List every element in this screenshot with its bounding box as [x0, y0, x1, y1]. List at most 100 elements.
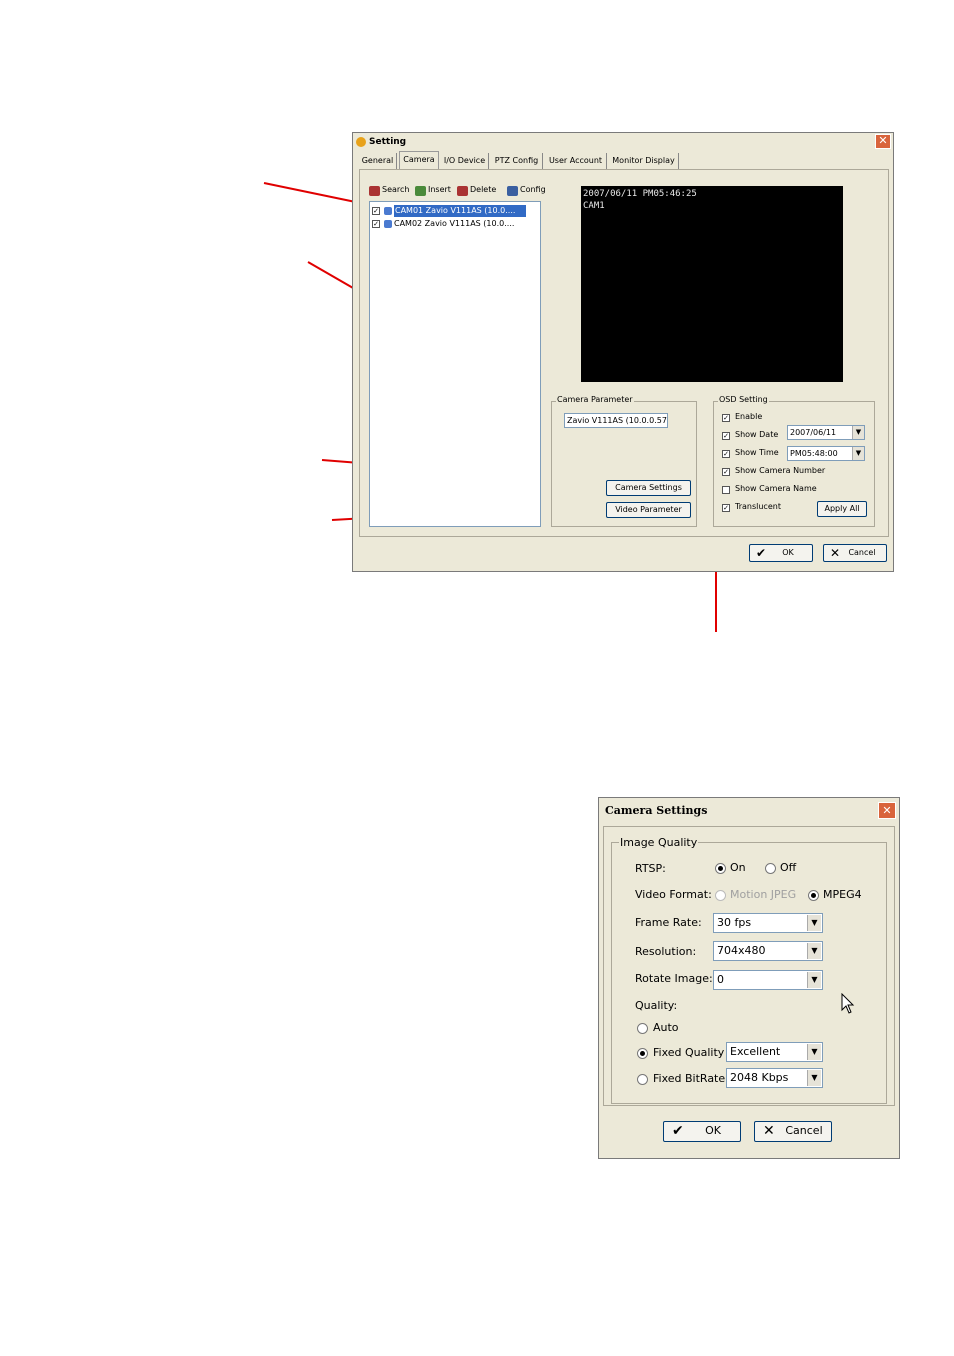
insert-icon: [415, 186, 426, 196]
show-time-label: Show Time: [735, 448, 779, 457]
tab-ptz-config[interactable]: PTZ Config: [491, 153, 543, 169]
fixed-bitrate-dropdown[interactable]: 2048 Kbps ▼: [726, 1068, 823, 1088]
rtsp-off-label: Off: [780, 861, 797, 874]
translucent-checkbox[interactable]: ✓: [722, 504, 730, 512]
config-icon: [507, 186, 518, 196]
fixed-quality-dropdown[interactable]: Excellent ▼: [726, 1042, 823, 1062]
show-time-checkbox[interactable]: ✓: [722, 450, 730, 458]
enable-checkbox[interactable]: ✓: [722, 414, 730, 422]
camera-icon: [384, 207, 392, 215]
setting-titlebar: Setting: [353, 133, 893, 151]
camera-preview: 2007/06/11 PM05:46:25 CAM1: [581, 186, 843, 382]
config-label: Config: [520, 185, 546, 194]
camera-settings-cancel-button[interactable]: ✕ Cancel: [754, 1121, 832, 1142]
chevron-down-icon: ▼: [807, 915, 821, 931]
fixed-quality-value: Excellent: [730, 1045, 781, 1058]
quality-label: Quality:: [635, 999, 678, 1012]
resolution-dropdown[interactable]: 704x480 ▼: [713, 941, 823, 961]
video-format-mjpeg-radio[interactable]: [715, 890, 726, 901]
setting-window: Setting ✕ General Camera I/O Device PTZ …: [352, 132, 894, 572]
camera-list-label: CAM01 Zavio V111AS (10.0....: [394, 205, 526, 217]
osd-setting-legend: OSD Setting: [718, 395, 769, 404]
rtsp-on-radio[interactable]: [715, 863, 726, 874]
fixed-quality-label: Fixed Quality: [653, 1046, 725, 1059]
camera-list[interactable]: ✓ CAM01 Zavio V111AS (10.0.... ✓ CAM02 Z…: [369, 201, 541, 527]
camera-toolbar: Search Insert Delete Config: [369, 185, 559, 199]
show-camera-number-checkbox[interactable]: ✓: [722, 468, 730, 476]
tab-user-account[interactable]: User Account: [545, 153, 607, 169]
camera-settings-titlebar: Camera Settings: [599, 798, 899, 822]
ok-label: OK: [782, 548, 794, 557]
check-icon: ✔: [672, 1123, 684, 1139]
camera-settings-cancel-label: Cancel: [785, 1124, 823, 1137]
x-icon: ✕: [830, 546, 841, 560]
rotate-image-label: Rotate Image:: [635, 972, 713, 985]
camera-checkbox[interactable]: ✓: [372, 207, 380, 215]
show-date-checkbox[interactable]: ✓: [722, 432, 730, 440]
preview-timestamp: 2007/06/11 PM05:46:25: [583, 189, 697, 199]
show-time-dropdown[interactable]: PM05:48:00 ▼: [787, 446, 865, 461]
video-parameter-button[interactable]: Video Parameter: [606, 502, 691, 518]
search-label: Search: [382, 185, 410, 194]
search-icon: [369, 186, 380, 196]
camera-settings-close-button[interactable]: ✕: [878, 802, 896, 819]
setting-close-button[interactable]: ✕: [875, 134, 891, 149]
tab-io-device[interactable]: I/O Device: [441, 153, 489, 169]
fixed-bitrate-radio[interactable]: [637, 1074, 648, 1085]
enable-label: Enable: [735, 412, 763, 421]
tab-monitor-display[interactable]: Monitor Display: [609, 153, 679, 169]
date-value: 2007/06/11: [790, 428, 837, 437]
camera-checkbox[interactable]: ✓: [372, 220, 380, 228]
chevron-down-icon: ▼: [852, 426, 864, 439]
tab-general[interactable]: General: [359, 153, 397, 169]
rtsp-off-radio[interactable]: [765, 863, 776, 874]
camera-icon: [384, 220, 392, 228]
camera-settings-button[interactable]: Camera Settings: [606, 480, 691, 496]
setting-app-icon: [356, 137, 366, 147]
video-format-mpeg4-radio[interactable]: [808, 890, 819, 901]
show-date-label: Show Date: [735, 430, 779, 439]
chevron-down-icon: ▼: [807, 1044, 821, 1060]
quality-auto-radio[interactable]: [637, 1023, 648, 1034]
delete-icon: [457, 186, 468, 196]
camera-settings-ok-button[interactable]: ✔ OK: [663, 1121, 741, 1142]
ok-button[interactable]: ✔ OK: [749, 544, 813, 562]
show-camera-name-label: Show Camera Name: [735, 484, 817, 493]
delete-label: Delete: [470, 185, 497, 194]
video-format-mjpeg-label: Motion JPEG: [730, 888, 797, 901]
camera-parameter-field[interactable]: Zavio V111AS (10.0.0.57: [564, 413, 668, 428]
fixed-quality-radio[interactable]: [637, 1048, 648, 1059]
tab-camera[interactable]: Camera: [399, 151, 439, 169]
resolution-value: 704x480: [717, 944, 766, 957]
check-icon: ✔: [756, 546, 767, 560]
video-format-mpeg4-label: MPEG4: [823, 888, 862, 901]
camera-settings-dialog: Camera Settings ✕ Image Quality RTSP: On…: [598, 797, 900, 1159]
chevron-down-icon: ▼: [807, 1070, 821, 1086]
frame-rate-dropdown[interactable]: 30 fps ▼: [713, 913, 823, 933]
fixed-bitrate-label: Fixed BitRate: [653, 1072, 726, 1085]
chevron-down-icon: ▼: [852, 447, 864, 460]
image-quality-legend: Image Quality: [619, 836, 699, 849]
camera-list-label: CAM02 Zavio V111AS (10.0....: [394, 219, 515, 228]
cancel-button[interactable]: ✕ Cancel: [823, 544, 887, 562]
chevron-down-icon: ▼: [807, 943, 821, 959]
rtsp-label: RTSP:: [635, 862, 666, 875]
cancel-label: Cancel: [848, 548, 876, 557]
camera-settings-title: Camera Settings: [605, 804, 708, 817]
frame-rate-label: Frame Rate:: [635, 916, 702, 929]
rotate-image-dropdown[interactable]: 0 ▼: [713, 970, 823, 990]
list-item[interactable]: ✓ CAM01 Zavio V111AS (10.0....: [372, 205, 538, 217]
time-value: PM05:48:00: [790, 449, 838, 458]
translucent-label: Translucent: [735, 502, 781, 511]
camera-parameter-legend: Camera Parameter: [556, 395, 634, 404]
insert-label: Insert: [428, 185, 451, 194]
list-item[interactable]: ✓ CAM02 Zavio V111AS (10.0....: [372, 218, 538, 230]
show-camera-number-label: Show Camera Number: [735, 466, 826, 475]
show-camera-name-checkbox[interactable]: [722, 486, 730, 494]
fixed-bitrate-value: 2048 Kbps: [730, 1071, 789, 1084]
show-date-dropdown[interactable]: 2007/06/11 ▼: [787, 425, 865, 440]
x-icon: ✕: [763, 1123, 775, 1139]
close-icon: ✕: [882, 804, 892, 817]
close-icon: ✕: [878, 134, 888, 147]
apply-all-button[interactable]: Apply All: [817, 501, 867, 517]
